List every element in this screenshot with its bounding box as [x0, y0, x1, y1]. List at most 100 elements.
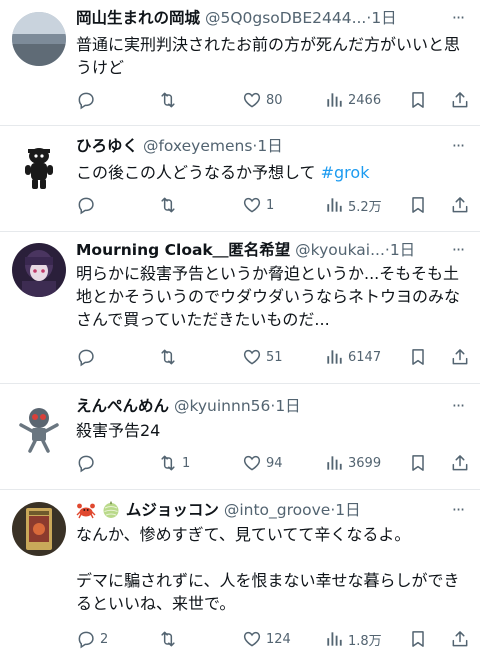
author-name[interactable]: ひろゆく	[76, 137, 138, 155]
retweet-button[interactable]	[158, 88, 182, 112]
retweet-icon	[161, 92, 175, 108]
share-icon	[452, 455, 468, 471]
retweet-icon	[161, 631, 175, 647]
bookmark-button[interactable]	[408, 627, 432, 651]
post-4[interactable]: えんぺんめん @kyuinnn56·1日 ··· 殺害予告24 1 94 369…	[0, 384, 480, 490]
reply-button[interactable]	[76, 451, 100, 475]
more-icon[interactable]: ···	[448, 500, 468, 520]
share-icon	[452, 92, 468, 108]
bookmark-icon	[412, 92, 424, 108]
bookmark-icon	[412, 631, 424, 647]
more-icon[interactable]: ···	[448, 396, 468, 416]
bookmark-button[interactable]	[408, 345, 432, 369]
like-button[interactable]: 94	[242, 451, 283, 475]
retweet-button[interactable]: 1	[158, 451, 190, 475]
like-icon	[243, 92, 261, 108]
views-button[interactable]: 3699	[324, 451, 381, 475]
avatar-image	[12, 12, 66, 66]
post-text: 普通に実刑判決されたお前の方が死んだ方がいいと思うけど	[76, 35, 461, 77]
hashtag-link[interactable]: #grok	[321, 163, 370, 182]
author-handle[interactable]: @5Q0gsoDBE2444...	[205, 9, 366, 27]
views-button[interactable]: 5.2万	[324, 193, 382, 217]
share-button[interactable]	[450, 451, 474, 475]
share-button[interactable]	[450, 345, 474, 369]
views-icon	[327, 632, 342, 646]
retweet-button[interactable]	[158, 627, 182, 651]
reply-button[interactable]	[76, 345, 100, 369]
reply-button[interactable]: 2	[76, 627, 108, 651]
more-icon[interactable]: ···	[448, 8, 468, 28]
avatar-image	[12, 140, 66, 194]
avatar[interactable]	[12, 243, 66, 297]
like-count: 124	[266, 631, 291, 647]
like-button[interactable]: 124	[242, 627, 291, 651]
author-name[interactable]: Mourning Cloak＿匿名希望	[76, 241, 290, 259]
reply-count: 2	[100, 631, 109, 647]
melon-emoji-icon	[101, 501, 121, 522]
author-name[interactable]: えんぺんめん	[76, 397, 169, 415]
retweet-icon	[161, 455, 175, 471]
author-handle[interactable]: @kyuinnn56	[174, 397, 270, 415]
share-button[interactable]	[450, 627, 474, 651]
reply-button[interactable]	[76, 88, 100, 112]
post-header: ひろゆく @foxeyemens·1日	[76, 134, 448, 158]
views-icon	[327, 198, 342, 212]
action-bar: 2 124 1.8万	[66, 627, 480, 651]
like-button[interactable]: 1	[242, 193, 274, 217]
post-3[interactable]: Mourning Cloak＿匿名希望 @kyoukai...·1日 ··· 明…	[0, 232, 480, 384]
reply-icon	[78, 349, 94, 367]
avatar-image	[12, 502, 66, 556]
post-header: ムジョッコン @into_groove·1日	[76, 498, 448, 522]
timestamp[interactable]: 1日	[257, 137, 282, 155]
views-button[interactable]: 2466	[324, 88, 381, 112]
avatar[interactable]	[12, 401, 66, 455]
like-button[interactable]: 80	[242, 88, 283, 112]
timestamp[interactable]: 1日	[335, 501, 360, 519]
post-2[interactable]: ひろゆく @foxeyemens·1日 ··· この後この人どうなるか予想して …	[0, 126, 480, 232]
author-handle[interactable]: @foxeyemens	[143, 137, 252, 155]
timestamp[interactable]: 1日	[390, 241, 415, 259]
retweet-icon	[161, 197, 175, 213]
bookmark-icon	[412, 349, 424, 365]
retweet-button[interactable]	[158, 193, 182, 217]
retweet-button[interactable]	[158, 345, 182, 369]
like-button[interactable]: 51	[242, 345, 283, 369]
post-1[interactable]: 岡山生まれの岡城 @5Q0gsoDBE2444...·1日 ··· 普通に実刑判…	[0, 0, 480, 126]
post-header: Mourning Cloak＿匿名希望 @kyoukai...·1日	[76, 238, 448, 262]
reply-button[interactable]	[76, 193, 100, 217]
avatar[interactable]	[12, 140, 66, 194]
share-button[interactable]	[450, 88, 474, 112]
crab-emoji-icon	[76, 501, 96, 522]
author-handle[interactable]: @into_groove	[224, 501, 331, 519]
views-count: 6147	[348, 349, 382, 365]
views-icon	[327, 350, 342, 364]
share-icon	[452, 631, 468, 647]
timestamp[interactable]: 1日	[275, 397, 300, 415]
views-icon	[327, 456, 342, 470]
avatar-image	[12, 243, 66, 297]
share-icon	[452, 197, 468, 213]
post-5[interactable]: ムジョッコン @into_groove·1日 ··· なんか、惨めすぎて、見てい…	[0, 490, 480, 663]
author-name[interactable]: 岡山生まれの岡城	[76, 9, 200, 27]
timestamp[interactable]: 1日	[371, 9, 396, 27]
avatar-image	[12, 401, 66, 455]
more-icon[interactable]: ···	[448, 136, 468, 156]
author-name[interactable]: ムジョッコン	[126, 501, 219, 519]
views-button[interactable]: 6147	[324, 345, 381, 369]
views-button[interactable]: 1.8万	[324, 627, 382, 651]
like-icon	[243, 349, 261, 365]
bookmark-button[interactable]	[408, 451, 432, 475]
avatar[interactable]	[12, 12, 66, 66]
post-text: この後この人どうなるか予想して #grok	[76, 161, 468, 184]
author-handle[interactable]: @kyoukai...	[295, 241, 385, 259]
reply-icon	[78, 631, 94, 649]
views-count: 5.2万	[348, 199, 382, 215]
avatar[interactable]	[12, 502, 66, 556]
like-count: 94	[266, 455, 283, 471]
like-icon	[243, 631, 261, 647]
more-icon[interactable]: ···	[448, 240, 468, 260]
bookmark-button[interactable]	[408, 88, 432, 112]
share-icon	[452, 349, 468, 365]
bookmark-button[interactable]	[408, 193, 432, 217]
share-button[interactable]	[450, 193, 474, 217]
